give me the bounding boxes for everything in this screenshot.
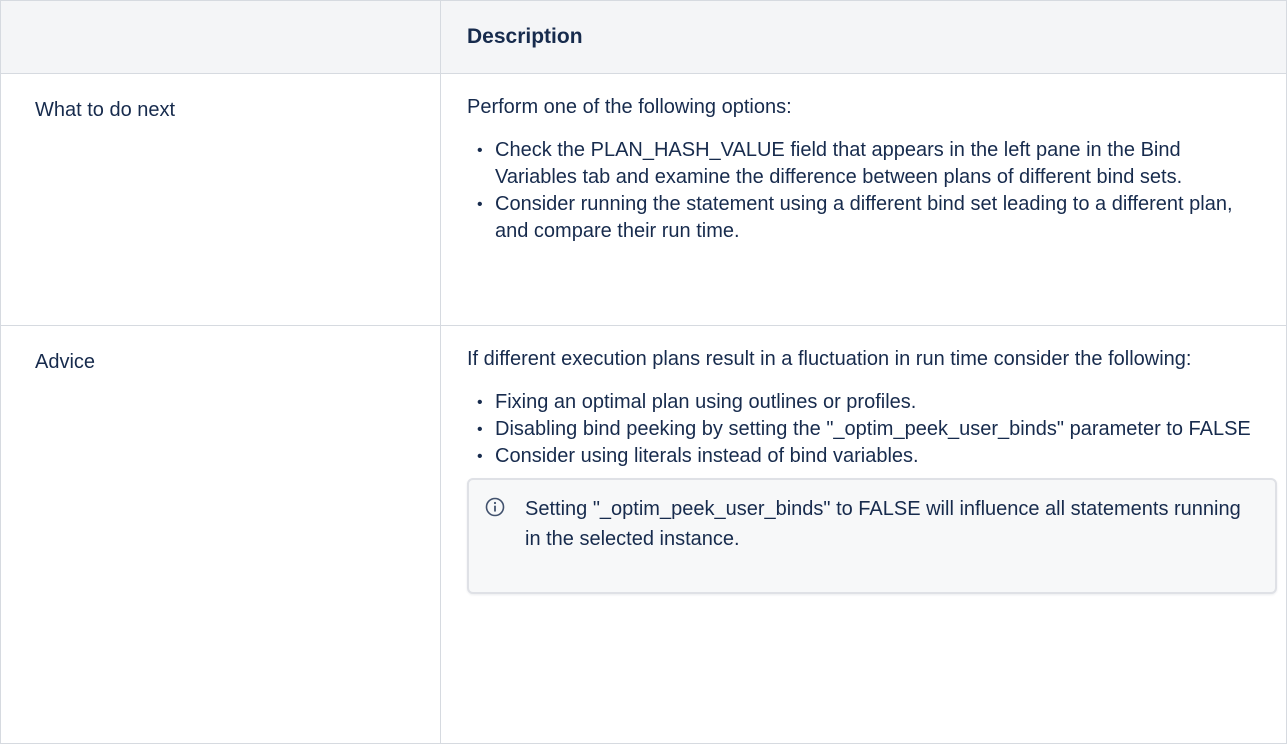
header-cell-empty bbox=[0, 0, 441, 74]
row-content-what-to-do-next: Perform one of the following options: Ch… bbox=[440, 73, 1287, 326]
description-table: Description What to do next Perform one … bbox=[0, 0, 1287, 744]
advice-list: Fixing an optimal plan using outlines or… bbox=[467, 389, 1264, 470]
table-row: What to do next Perform one of the follo… bbox=[0, 73, 1287, 326]
info-panel-text: Setting "_optim_peek_user_binds" to FALS… bbox=[525, 498, 1241, 550]
list-item: Fixing an optimal plan using outlines or… bbox=[477, 389, 1264, 416]
row-content-advice: If different execution plans result in a… bbox=[440, 325, 1287, 744]
intro-text: Perform one of the following options: bbox=[467, 96, 792, 118]
row-label-advice: Advice bbox=[0, 325, 441, 744]
options-list: Check the PLAN_HASH_VALUE field that app… bbox=[467, 137, 1264, 245]
header-cell-description: Description bbox=[440, 0, 1287, 74]
list-item: Check the PLAN_HASH_VALUE field that app… bbox=[477, 137, 1264, 191]
info-panel: Setting "_optim_peek_user_binds" to FALS… bbox=[467, 478, 1277, 594]
table-header-row: Description bbox=[0, 0, 1287, 74]
list-item: Consider using literals instead of bind … bbox=[477, 443, 1264, 470]
row-label-what-to-do-next: What to do next bbox=[0, 73, 441, 326]
list-item: Consider running the statement using a d… bbox=[477, 191, 1264, 245]
info-icon bbox=[485, 497, 505, 517]
intro-text: If different execution plans result in a… bbox=[467, 348, 1192, 370]
table-row: Advice If different execution plans resu… bbox=[0, 325, 1287, 744]
list-item: Disabling bind peeking by setting the "_… bbox=[477, 416, 1264, 443]
